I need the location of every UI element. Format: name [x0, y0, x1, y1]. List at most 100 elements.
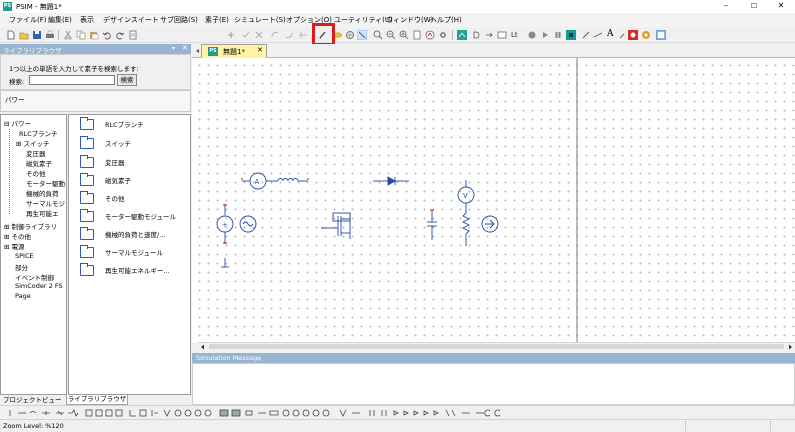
window-icon[interactable] — [656, 30, 666, 40]
folder-label[interactable]: 磁気素子 — [105, 175, 131, 185]
undo-icon[interactable] — [102, 30, 112, 40]
folder-label[interactable]: 機械的負荷と速度/... — [105, 229, 165, 239]
close-icon[interactable]: ✕ — [182, 44, 188, 52]
pause-icon[interactable] — [553, 30, 563, 40]
clipboard-icon[interactable] — [128, 30, 138, 40]
tree-item-thermal[interactable]: サーマルモジ — [26, 198, 65, 208]
menu-window[interactable]: ウィンドウ(W) — [386, 15, 433, 25]
folder-icon[interactable] — [80, 136, 94, 149]
minimize-button[interactable]: – — [712, 0, 740, 13]
scope-icon[interactable] — [425, 30, 435, 40]
plus-icon[interactable] — [226, 30, 236, 40]
schematic-canvas[interactable]: A V + — [192, 58, 795, 343]
document-tab[interactable]: PS 無題1* ✕ — [201, 44, 267, 58]
image-icon[interactable] — [628, 30, 638, 40]
palette-icon[interactable] — [641, 30, 651, 40]
record-icon[interactable] — [527, 30, 537, 40]
folder-label[interactable]: 変圧器 — [105, 157, 125, 167]
menu-file[interactable]: ファイル(F) — [9, 15, 47, 25]
stop-icon[interactable] — [566, 30, 576, 40]
tab-close-icon[interactable]: ✕ — [257, 46, 263, 54]
cut-icon[interactable] — [63, 30, 73, 40]
folder-icon[interactable] — [80, 191, 94, 204]
tree-item-other-top[interactable]: ⊞ その他 — [4, 231, 31, 241]
menu-subcircuit[interactable]: サブ回路(S) — [160, 15, 198, 25]
search-input[interactable] — [29, 75, 115, 85]
folder-icon[interactable] — [80, 227, 94, 240]
probe-icon[interactable] — [345, 30, 355, 40]
arrow-right-icon[interactable] — [484, 30, 494, 40]
folder-label[interactable]: モーター駆動モジュール — [105, 211, 176, 221]
dropper-icon[interactable] — [618, 30, 628, 40]
save-icon[interactable] — [32, 30, 42, 40]
folder-label[interactable]: その他 — [105, 193, 125, 203]
folder-icon[interactable] — [80, 117, 94, 130]
element-toolbar-icons[interactable] — [6, 408, 506, 418]
tree-item-renewable[interactable]: 再生可能エ — [26, 208, 59, 218]
menu-utilities[interactable]: ユーティリティ(U) — [334, 15, 393, 25]
copy-icon[interactable] — [76, 30, 86, 40]
menu-help[interactable]: ヘルプ(H) — [430, 15, 462, 25]
folder-label[interactable]: スイッチ — [105, 138, 131, 148]
draw-line-icon[interactable] — [581, 30, 591, 40]
tree-item-power[interactable]: ⊟ パワー — [4, 118, 31, 128]
tree-item-rlc[interactable]: RLCブランチ — [19, 128, 58, 138]
close-button[interactable]: ✕ — [767, 0, 795, 13]
tree-item-control[interactable]: ⊞ 制御ライブラリ — [4, 221, 57, 231]
flip-icon[interactable] — [284, 30, 294, 40]
menu-elements[interactable]: 素子(E) — [205, 15, 229, 25]
tree-item-mechanical[interactable]: 機械的負荷 — [26, 188, 59, 198]
scroll-track[interactable] — [209, 344, 784, 349]
horizontal-scrollbar[interactable] — [198, 342, 795, 350]
menu-simulate[interactable]: シミュレート(S) — [234, 15, 286, 25]
folder-label[interactable]: サーマルモジュール — [105, 247, 163, 257]
tree-item-spice[interactable]: SPICE — [15, 252, 34, 260]
folder-icon[interactable] — [80, 263, 94, 276]
folder-label[interactable]: RLCブランチ — [105, 119, 144, 129]
tree-item-transformer[interactable]: 変圧器 — [26, 148, 46, 158]
search-button[interactable]: 検索 — [117, 74, 137, 86]
open-folder-icon[interactable] — [19, 30, 29, 40]
zoom-fit-icon[interactable] — [399, 30, 409, 40]
folder-icon[interactable] — [80, 245, 94, 258]
select-arrow-icon[interactable] — [357, 30, 367, 40]
export-icon[interactable] — [497, 30, 507, 40]
pin-icon[interactable]: ▾ — [172, 45, 175, 52]
cross-icon[interactable] — [254, 30, 264, 40]
tree-item-other[interactable]: その他 — [26, 168, 46, 178]
text-tool[interactable]: A — [607, 29, 614, 39]
tree-item-motor[interactable]: モーター駆動 — [26, 178, 65, 188]
paste-icon[interactable] — [89, 30, 99, 40]
scroll-left-icon[interactable] — [200, 344, 206, 350]
page-icon[interactable] — [412, 30, 422, 40]
check-icon[interactable] — [241, 30, 251, 40]
tab-library-browser[interactable]: ライブラリブラウザ — [66, 395, 128, 405]
folder-icon[interactable] — [80, 209, 94, 222]
redo-icon[interactable] — [115, 30, 125, 40]
tab-project-view[interactable]: プロジェクトビュー — [3, 395, 65, 405]
tree-item-parts[interactable]: 部分 — [15, 262, 28, 272]
new-file-icon[interactable] — [6, 30, 16, 40]
line-tool[interactable]: Lt — [511, 31, 518, 39]
tree-item-magnetic[interactable]: 磁気素子 — [26, 158, 52, 168]
zoom-out-icon[interactable] — [386, 30, 396, 40]
folder-icon[interactable] — [80, 173, 94, 186]
simview-icon[interactable] — [457, 30, 467, 40]
tree-item-event[interactable]: イベント制御 — [15, 272, 54, 282]
run-icon[interactable] — [540, 30, 550, 40]
print-icon[interactable] — [45, 30, 55, 40]
draw-slash-icon[interactable] — [593, 30, 603, 40]
tree-item-sources[interactable]: ⊞ 電源 — [4, 241, 25, 251]
folder-icon[interactable] — [80, 155, 94, 168]
scroll-right-icon[interactable] — [787, 344, 793, 350]
mirror-icon[interactable] — [298, 30, 308, 40]
tree-item-page[interactable]: Page — [15, 292, 31, 300]
tree-item-switch[interactable]: ⊞ スイッチ — [16, 138, 50, 148]
gear-icon[interactable] — [438, 30, 448, 40]
tree-item-simcoder[interactable]: SimCoder 2 FS — [15, 282, 63, 290]
menu-design-suite[interactable]: デザインスイート — [103, 15, 159, 25]
maximize-button[interactable]: ☐ — [740, 0, 768, 13]
zoom-in-icon[interactable] — [373, 30, 383, 40]
rotate-icon[interactable] — [270, 30, 280, 40]
menu-edit[interactable]: 編集(E) — [48, 15, 72, 25]
